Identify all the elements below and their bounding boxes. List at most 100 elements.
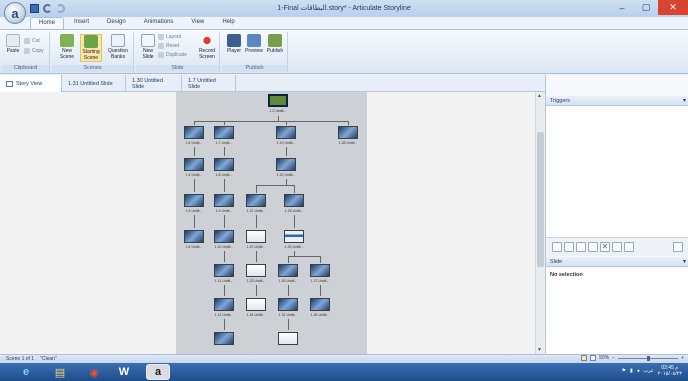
tab-story-view[interactable]: Story View [0,75,62,92]
tab-insert[interactable]: Insert [66,17,97,29]
scroll-thumb[interactable] [537,132,544,267]
zoom-slider[interactable] [618,355,679,361]
slide-thumbnail[interactable] [278,264,298,277]
story-map-slide[interactable]: 1.23 Untitl... [246,264,266,283]
slide-thumbnail[interactable] [278,332,298,345]
slide-thumbnail[interactable] [246,230,266,243]
slide-thumbnail[interactable] [184,194,204,207]
delete-trigger-icon[interactable]: ✕ [600,242,610,252]
network-icon[interactable]: ▮ [630,368,633,374]
tab-home[interactable]: Home [30,17,65,29]
story-map-slide[interactable]: 1.22 Untitl... [246,230,266,249]
zoom-in-icon[interactable]: + [681,355,684,361]
starting-scene-button[interactable]: Starting Scene [80,34,102,62]
scroll-up-icon[interactable]: ▲ [537,93,542,99]
slide-thumbnail[interactable] [268,94,288,107]
input-language[interactable]: عرب [643,368,653,374]
slide-thumbnail[interactable] [214,264,234,277]
javascript-icon[interactable] [673,242,683,252]
story-map-slide[interactable] [214,332,234,347]
copy-button[interactable]: Copy [24,48,44,54]
clock[interactable]: 02:45 م ۲۰۱۵/۰۸/۲۳ [658,365,682,377]
tab-animations[interactable]: Animations [136,17,182,29]
slide-thumbnail[interactable] [284,194,304,207]
story-map-slide[interactable]: 1.6 Untitl... [184,230,204,249]
tab-slide-1-31[interactable]: 1.31 Untitled Slide [62,75,126,92]
app-menu-button[interactable]: a [4,2,26,24]
slide-pane-menu-icon[interactable]: ▾ [683,258,686,265]
slide-thumbnail[interactable] [284,230,304,243]
normal-view-icon[interactable] [590,355,597,361]
slide-thumbnail[interactable] [214,230,234,243]
word-icon[interactable]: W [112,364,136,380]
ie-icon[interactable]: e [14,364,38,380]
vertical-scrollbar[interactable]: ▲ ▼ [535,92,545,354]
flag-icon[interactable]: ⚑ [622,368,626,374]
story-map-slide[interactable]: 1.25 Untitl... [284,194,304,213]
slide-thumbnail[interactable] [278,298,298,311]
story-map-slide[interactable]: 1.12 Untitl... [214,298,234,317]
tab-view[interactable]: View [183,17,212,29]
move-up-icon[interactable] [612,242,622,252]
volume-icon[interactable]: ◂ [637,368,640,374]
copy-trigger-icon[interactable] [576,242,586,252]
cut-button[interactable]: Cut [24,38,40,44]
slide-thumbnail[interactable] [246,298,266,311]
triggers-list[interactable] [546,106,688,238]
new-trigger-icon[interactable] [552,242,562,252]
story-map-slide[interactable]: 1.30 Untitl... [278,264,298,283]
move-down-icon[interactable] [624,242,634,252]
story-map-slide[interactable]: 1.21 Untitl... [246,194,266,213]
paste-button[interactable]: Paste [6,34,20,54]
tab-slide-1-7[interactable]: 1.7 Untitled Slide [182,75,236,92]
story-map-slide[interactable]: 1.9 Untitl... [214,194,234,213]
close-button[interactable]: ✕ [658,0,688,15]
slide-thumbnail[interactable] [184,158,204,171]
slide-thumbnail[interactable] [246,264,266,277]
zoom-out-icon[interactable]: − [612,355,615,361]
story-map-slide[interactable] [278,332,298,347]
story-map-slide[interactable]: 1.5 Untitl... [184,194,204,213]
slide-thumbnail[interactable] [338,126,358,139]
question-banks-button[interactable]: Question Banks [106,34,130,60]
slide-thumbnail[interactable] [310,298,330,311]
tab-design[interactable]: Design [99,17,134,29]
story-map-slide[interactable]: 1.10 Untitl... [214,230,234,249]
story-map-slide[interactable]: 1.24 Untitl... [246,298,266,317]
story-map-slide[interactable]: 1.29 Untitl... [284,230,304,249]
story-map[interactable]: 1.2 Untitl... 1.6 Untitl... 1.7 Untitl... 1… [176,92,367,354]
duplicate-button[interactable]: Duplicate [158,52,187,58]
scroll-down-icon[interactable]: ▼ [537,347,542,353]
story-map-slide[interactable]: 1.28 Untitl... [338,126,358,145]
slide-thumbnail[interactable] [214,332,234,345]
story-map-slide[interactable]: 1.4 Untitl... [184,158,204,177]
slide-thumbnail[interactable] [246,194,266,207]
maximize-button[interactable]: ▢ [634,0,658,15]
story-map-slide[interactable]: 1.20 Untitl... [276,158,296,177]
tab-help[interactable]: Help [214,17,242,29]
explorer-icon[interactable]: ▤ [48,364,72,380]
zoom-slider-knob[interactable] [646,355,650,361]
edit-trigger-icon[interactable] [564,242,574,252]
tab-slide-1-30[interactable]: 1.30 Untitled Slide [126,75,182,92]
preview-button[interactable]: Preview [244,34,264,54]
story-map-slide[interactable]: 1.11 Untitl... [214,264,234,283]
pane-menu-icon[interactable]: ▾ [683,97,686,104]
new-scene-button[interactable]: New Scene [56,34,78,60]
new-slide-button[interactable]: New Slide [139,34,157,60]
player-button[interactable]: Player [225,34,243,54]
layout-button[interactable]: Layout [158,34,181,40]
slide-thumbnail[interactable] [276,158,296,171]
slide-thumbnail[interactable] [214,298,234,311]
story-map-slide[interactable]: 1.19 Untitl... [276,126,296,145]
story-map-slide[interactable]: 1.2 Untitl... [268,94,288,113]
story-map-slide[interactable]: 1.6 Untitl... [184,126,204,145]
story-view-canvas[interactable]: 1.2 Untitl... 1.6 Untitl... 1.7 Untitl... 1… [0,92,535,354]
slide-thumbnail[interactable] [214,194,234,207]
storyline-icon[interactable]: a [146,364,170,380]
slide-thumbnail[interactable] [310,264,330,277]
chrome-icon[interactable]: ◉ [82,364,106,380]
story-map-slide[interactable]: 1.26 Untitl... [310,298,330,317]
reset-button[interactable]: Reset [158,43,179,49]
slide-thumbnail[interactable] [184,126,204,139]
